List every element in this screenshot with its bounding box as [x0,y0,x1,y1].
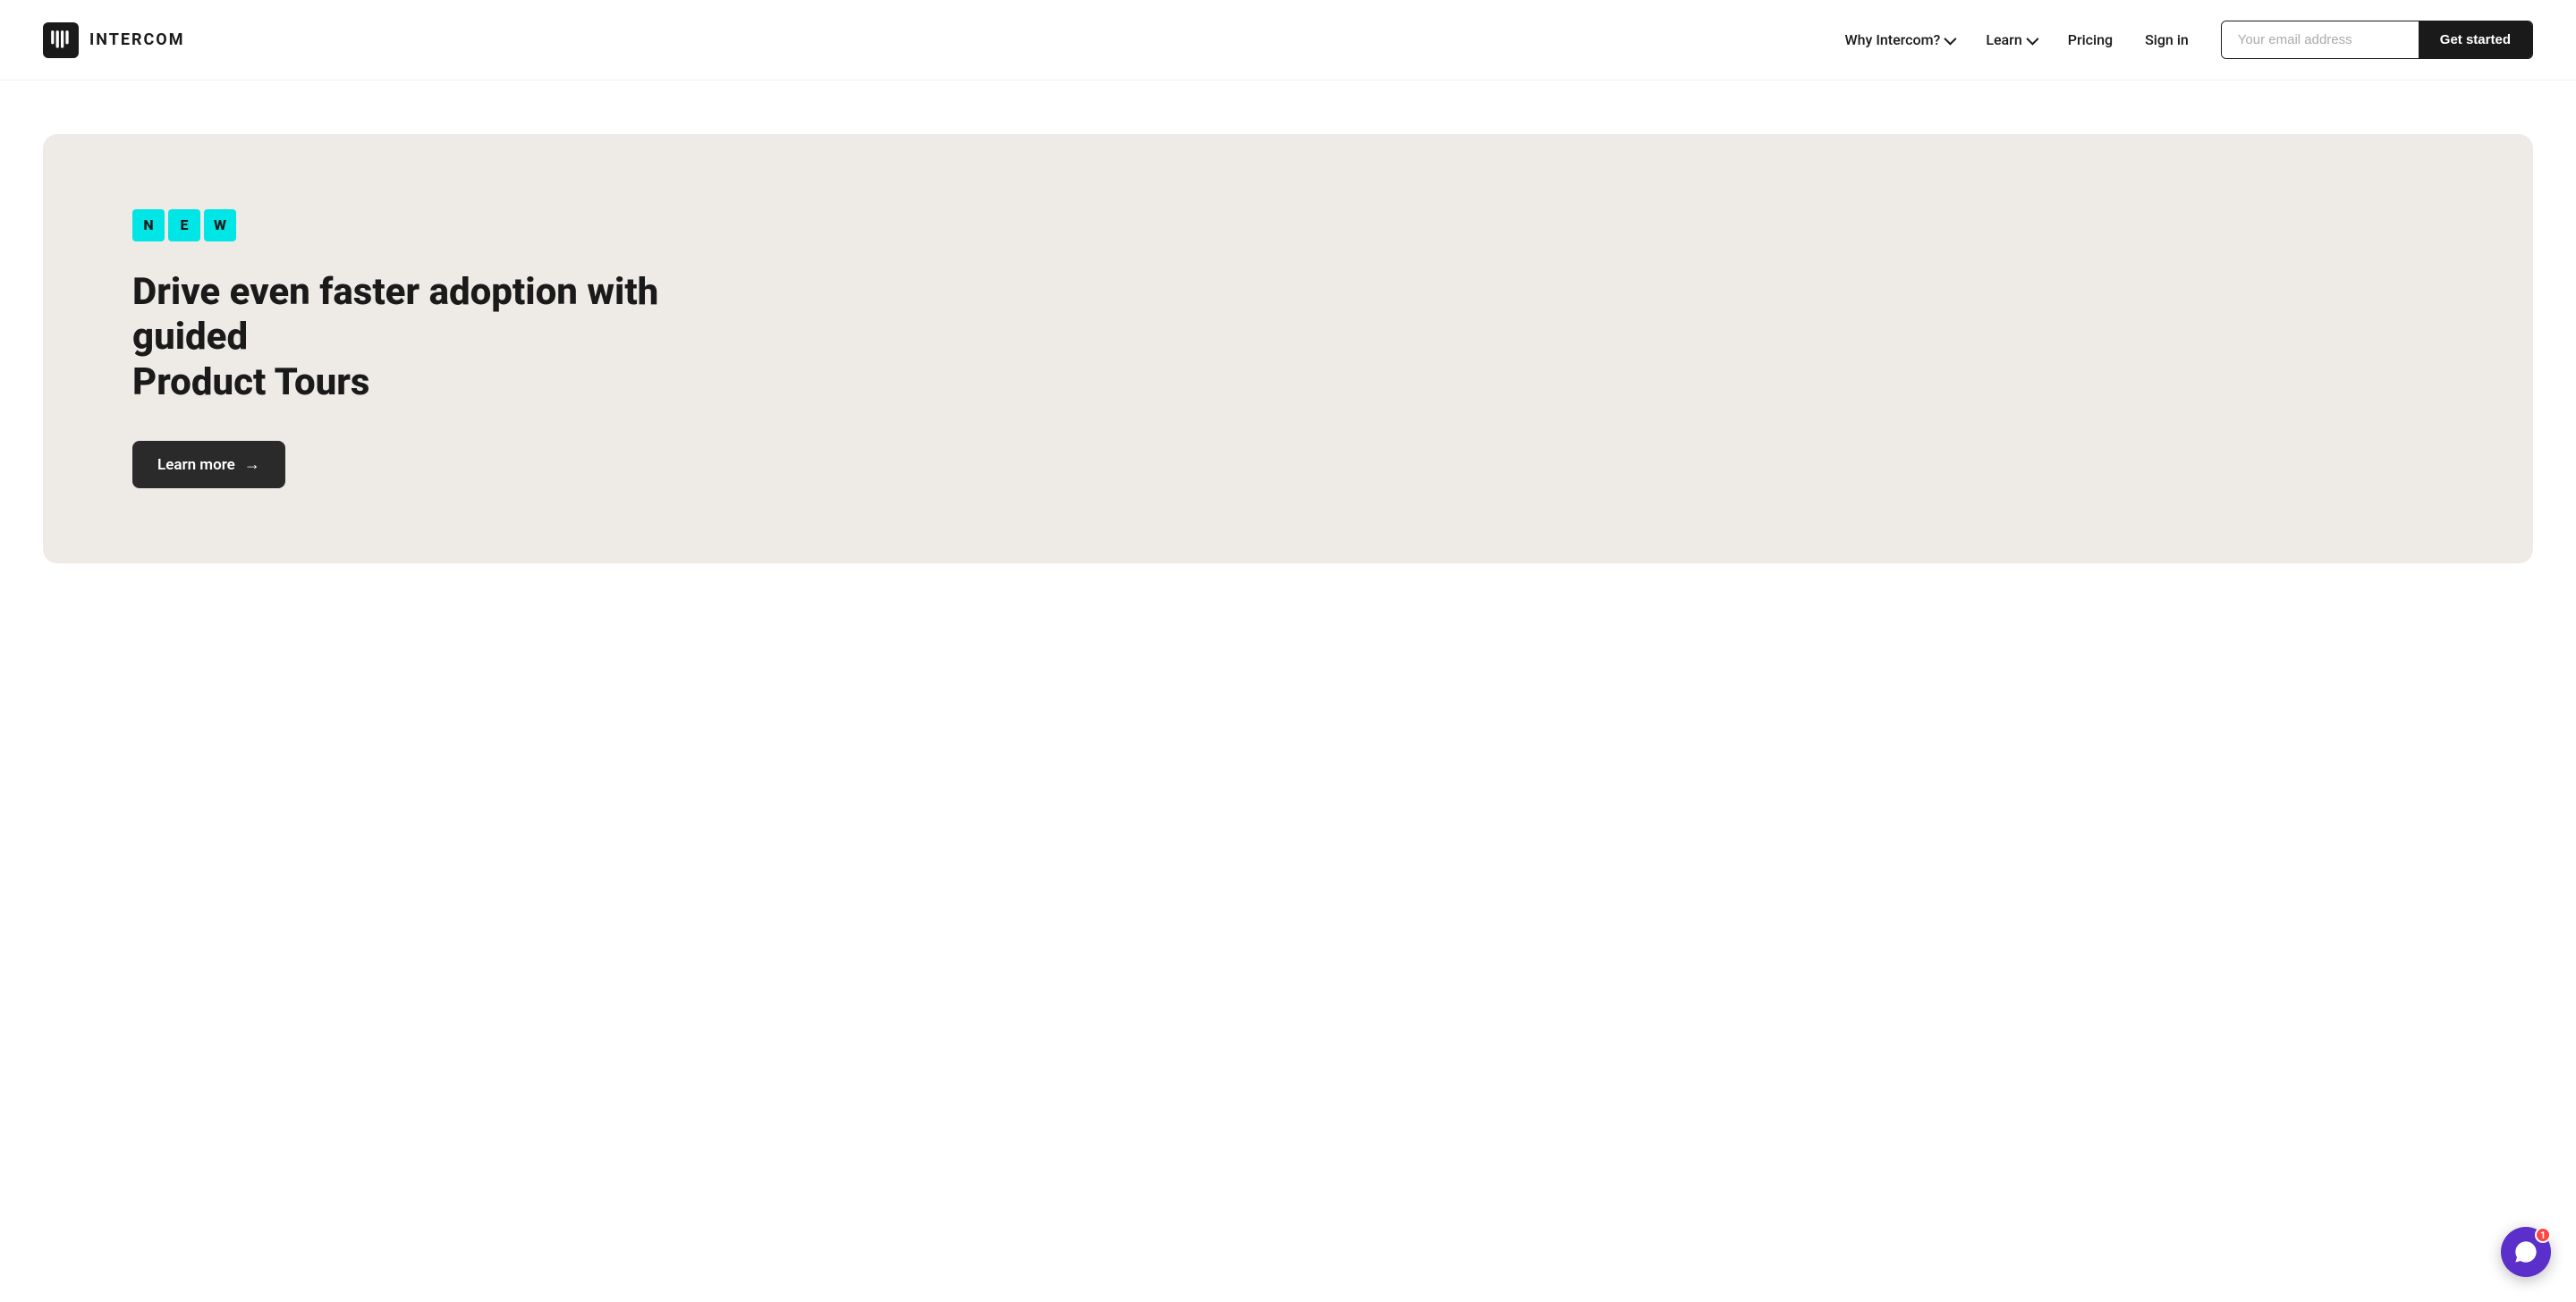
hero-banner: N E W Drive even faster adoption with gu… [43,134,2533,563]
learn-more-button[interactable]: Learn more → [132,441,285,488]
new-badge: N E W [132,209,2444,241]
navbar: INTERCOM Why Intercom? Learn Pricing Sig… [0,0,2576,80]
hero-heading: Drive even faster adoption with guided P… [132,270,669,405]
nav-why-intercom[interactable]: Why Intercom? [1845,31,1954,48]
chat-widget[interactable]: 1 [2501,1227,2551,1277]
hero-heading-line1: Drive even faster adoption with guided [132,270,658,359]
logo-link[interactable]: INTERCOM [43,22,184,58]
intercom-logo-svg [49,29,72,52]
email-input[interactable] [2222,21,2419,58]
nav-sign-in[interactable]: Sign in [2145,31,2189,48]
logo-icon [43,22,79,58]
badge-letter-e: E [168,209,200,241]
nav-learn[interactable]: Learn [1986,31,2035,48]
badge-letter-w: W [204,209,236,241]
chat-notification-badge: 1 [2535,1227,2551,1243]
chevron-down-icon [1945,32,1957,45]
learn-more-label: Learn more [157,456,235,474]
get-started-button[interactable]: Get started [2419,21,2532,58]
badge-letter-n: N [132,209,165,241]
main-content: N E W Drive even faster adoption with gu… [0,80,2576,617]
chevron-down-icon [2026,32,2038,45]
hero-heading-line2: Product Tours [132,360,369,404]
navbar-cta-container: Get started [2221,21,2533,59]
chat-icon [2513,1239,2538,1264]
nav-links: Why Intercom? Learn Pricing Sign in [1845,31,2189,48]
logo-text: INTERCOM [89,30,184,49]
arrow-right-icon: → [244,455,260,474]
nav-pricing[interactable]: Pricing [2068,31,2113,48]
